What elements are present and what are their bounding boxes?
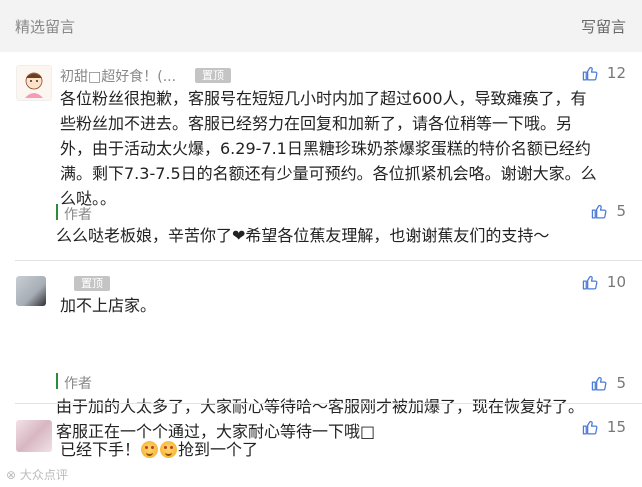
pinned-badge: 置顶	[195, 68, 231, 83]
like-count: 10	[606, 273, 626, 291]
heart-icon: ❤	[232, 226, 246, 245]
avatar-cartoon-icon	[17, 66, 51, 100]
comment-nickname[interactable]: 初甜□超好食！(...	[60, 66, 176, 86]
watermark: ⊗ 大众点评	[6, 468, 68, 482]
heart-eyes-emoji-icon	[160, 441, 178, 458]
avatar[interactable]	[16, 420, 52, 452]
comment-item: 初甜□超好食！(... 置顶 12 各位粉丝很抱歉，客服号在短短几小时内加了超过…	[0, 52, 642, 257]
comment-text: 已经下手！ 抢到一个了	[60, 440, 259, 459]
reply-author-label: 作者	[64, 207, 92, 223]
watermark-logo-icon: ⊗	[6, 468, 17, 482]
reply-text: 么么哒老板娘，辛苦你了❤希望各位蕉友理解，也谢谢蕉友们的支持～	[56, 226, 550, 245]
reply-author-label: 作者	[64, 376, 92, 392]
heart-eyes-emoji-icon	[141, 441, 159, 458]
reply-like-button[interactable]: 5	[591, 374, 626, 392]
thumbs-up-icon	[592, 204, 607, 219]
comment-item: 15 已经下手！ 抢到一个了	[0, 404, 642, 487]
author-reply: 作者	[56, 373, 618, 392]
comment-text: 各位粉丝很抱歉，客服号在短短几小时内加了超过600人，导致瘫痪了，有 些粉丝加不…	[60, 89, 597, 208]
thumbs-up-icon	[582, 420, 598, 435]
comments-header: 精选留言 写留言	[0, 0, 642, 52]
pinned-badge: 置顶	[74, 276, 110, 291]
like-count: 12	[606, 64, 626, 82]
thumbs-up-icon	[582, 275, 598, 290]
reply-like-button[interactable]: 5	[591, 202, 626, 220]
thumbs-up-icon	[582, 66, 598, 81]
like-count: 5	[616, 374, 626, 392]
like-button[interactable]: 15	[582, 418, 626, 436]
like-count: 15	[606, 418, 626, 436]
author-reply: 作者	[56, 204, 618, 223]
thumbs-up-icon	[592, 376, 607, 391]
section-title: 精选留言	[15, 18, 76, 36]
write-comment-button[interactable]: 写留言	[581, 16, 626, 37]
like-button[interactable]: 10	[582, 273, 626, 291]
avatar[interactable]	[16, 65, 52, 101]
avatar[interactable]	[16, 276, 46, 306]
comment-list: 初甜□超好食！(... 置顶 12 各位粉丝很抱歉，客服号在短短几小时内加了超过…	[0, 52, 642, 487]
like-count: 5	[616, 202, 626, 220]
comment-text: 加不上店家。	[60, 296, 157, 315]
like-button[interactable]: 12	[582, 64, 626, 82]
